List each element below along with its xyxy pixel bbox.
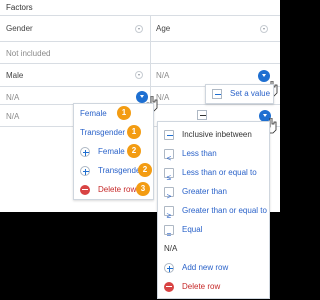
table-cell[interactable]: N/A	[156, 71, 169, 80]
menu-item-label: Female	[80, 109, 107, 118]
chevron-down-icon[interactable]	[135, 25, 143, 33]
menu-item-female[interactable]: Female	[74, 104, 153, 123]
step-badge: 2	[127, 144, 141, 158]
column-header-age[interactable]: Age	[156, 24, 170, 33]
menu-item-label: Less than	[182, 149, 217, 158]
row-divider	[0, 41, 280, 42]
chevron-down-icon[interactable]	[260, 25, 268, 33]
menu-item-add-female[interactable]: Female	[74, 142, 153, 161]
menu-item-label: Transgender	[80, 128, 126, 137]
minus-icon	[212, 89, 222, 99]
greater-than-icon	[164, 187, 174, 206]
menu-item-less-than[interactable]: Less than	[158, 144, 269, 168]
menu-item-label: Female	[98, 147, 125, 156]
menu-item-less-than-or-equal[interactable]: Less than or equal to	[158, 163, 269, 187]
panel-title: Factors	[0, 0, 280, 16]
table-cell[interactable]: N/A	[6, 112, 19, 121]
step-badge: 1	[117, 106, 131, 120]
delete-icon	[80, 185, 90, 195]
menu-item-label: Delete row	[98, 185, 137, 194]
menu-item-label: Delete row	[182, 282, 221, 291]
menu-item-label: Transgender	[98, 166, 144, 175]
less-than-icon	[164, 149, 174, 168]
menu-item-equal[interactable]: Equal	[158, 220, 269, 244]
table-cell[interactable]: N/A	[156, 93, 169, 102]
plus-icon	[164, 263, 174, 273]
plus-icon	[80, 147, 90, 157]
equal-icon	[164, 225, 174, 244]
minus-icon[interactable]	[197, 110, 207, 120]
menu-item-na[interactable]: N/A	[158, 239, 269, 258]
menu-item-transgender[interactable]: Transgender	[74, 123, 153, 142]
menu-item-label: Less than or equal to	[182, 168, 257, 177]
table-cell[interactable]: Male	[6, 71, 23, 80]
menu-item-add-new-row[interactable]: Add new row	[158, 258, 269, 277]
less-than-or-equal-icon	[164, 168, 174, 187]
column-header-gender[interactable]: Gender	[6, 24, 33, 33]
menu-item-label: Greater than	[182, 187, 227, 196]
greater-than-or-equal-icon	[164, 206, 174, 225]
delete-icon	[164, 282, 174, 292]
menu-item-inclusive-inbetween[interactable]: Inclusive inbetween	[158, 125, 269, 144]
step-badge: 2	[138, 163, 152, 177]
step-badge: 1	[127, 125, 141, 139]
step-badge: 3	[136, 182, 150, 196]
minus-icon	[164, 130, 174, 140]
set-value-menu: Set a value	[205, 84, 274, 104]
menu-item-label: N/A	[164, 244, 178, 253]
set-value-label: Set a value	[230, 89, 271, 98]
plus-icon	[80, 166, 90, 176]
table-cell[interactable]: Not included	[6, 49, 50, 58]
menu-item-greater-than-or-equal[interactable]: Greater than or equal to	[158, 201, 269, 225]
menu-item-label: Inclusive inbetween	[182, 130, 252, 139]
age-options-menu: Inclusive inbetween Less than Less than …	[157, 121, 270, 299]
menu-item-label: Equal	[182, 225, 203, 234]
menu-item-greater-than[interactable]: Greater than	[158, 182, 269, 206]
row-divider	[0, 63, 280, 64]
menu-item-delete-row[interactable]: Delete row	[158, 277, 269, 296]
table-cell[interactable]: N/A	[6, 93, 19, 102]
chevron-down-icon[interactable]	[135, 71, 143, 79]
menu-item-label: Add new row	[182, 263, 229, 272]
menu-item-label: Greater than or equal to	[182, 206, 267, 215]
